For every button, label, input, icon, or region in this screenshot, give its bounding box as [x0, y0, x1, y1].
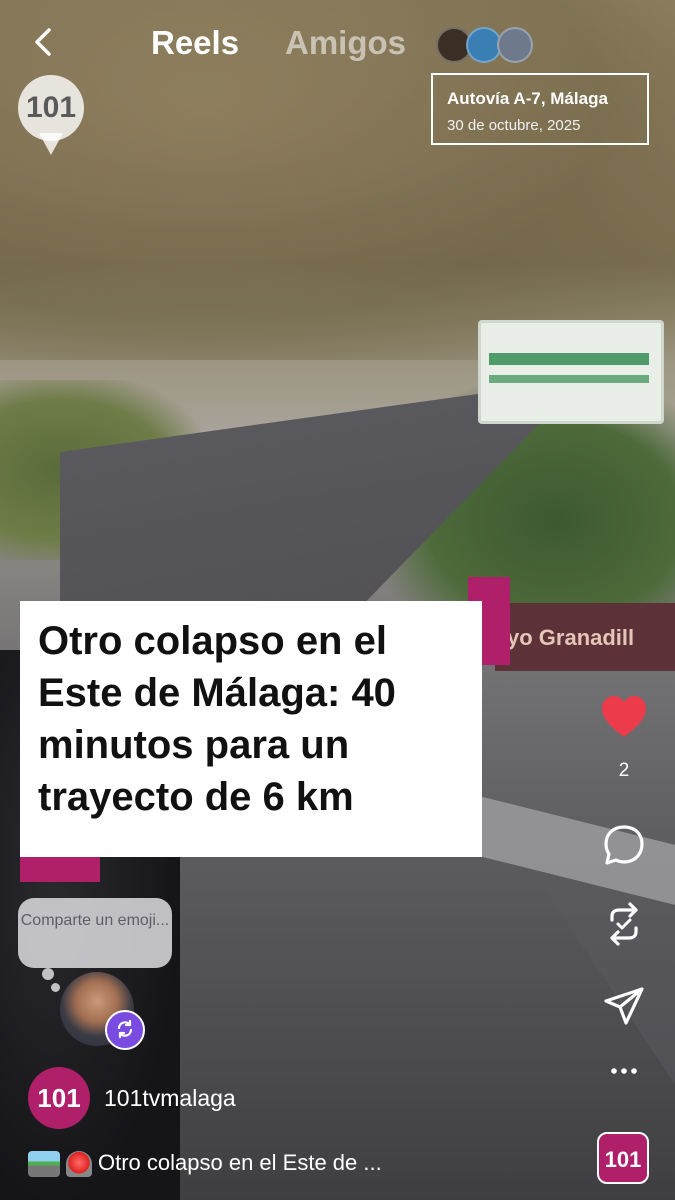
- audio-track-thumbnail[interactable]: 101: [597, 1132, 649, 1184]
- bubble-tail-small: [51, 983, 60, 992]
- repost-icon: [610, 902, 638, 946]
- back-button[interactable]: [26, 24, 62, 60]
- more-button[interactable]: [596, 1061, 652, 1086]
- account-avatar[interactable]: 101: [28, 1067, 90, 1129]
- friends-avatars[interactable]: [436, 27, 533, 63]
- chevron-left-icon: [35, 28, 51, 56]
- siren-emoji-icon: [66, 1151, 92, 1178]
- channel-logo: 101: [18, 75, 84, 155]
- caption[interactable]: Otro colapso en el Este de ...: [28, 1150, 382, 1178]
- account-username[interactable]: 101tvmalaga: [104, 1085, 236, 1112]
- location-title: Autovía A-7, Málaga: [447, 89, 608, 108]
- emoji-prompt-bubble[interactable]: Comparte un emoji...: [18, 898, 172, 968]
- share-button[interactable]: [596, 985, 652, 1034]
- like-count: 2: [618, 760, 630, 781]
- road-foreground: [120, 840, 675, 1200]
- tab-reels[interactable]: Reels: [151, 24, 239, 62]
- heart-filled-icon: [602, 696, 646, 737]
- headline-box: Otro colapso en el Este de Málaga: 40 mi…: [20, 601, 482, 857]
- location-tag: Autovía A-7, Málaga 30 de octubre, 2025: [431, 73, 649, 145]
- tab-amigos[interactable]: Amigos: [285, 24, 406, 62]
- like-button[interactable]: [596, 695, 652, 744]
- road-sign-text: yo Granadill: [507, 625, 635, 650]
- comment-icon: [604, 825, 644, 865]
- highway-emoji-icon: [28, 1151, 60, 1178]
- send-icon: [604, 987, 644, 1025]
- location-date: 30 de octubre, 2025: [447, 117, 581, 134]
- comment-button[interactable]: [596, 823, 652, 872]
- friend-avatar: [496, 27, 533, 63]
- refresh-icon: [117, 1019, 133, 1039]
- caption-text: Otro colapso en el Este de ...: [98, 1150, 382, 1175]
- more-icon: [611, 1068, 637, 1074]
- road-sign-granadilla: yo Granadill: [495, 603, 675, 671]
- highway-sign: [478, 320, 664, 424]
- remix-button[interactable]: [596, 900, 652, 953]
- bubble-tail: [42, 968, 54, 980]
- headline-text: Otro colapso en el Este de Málaga: 40 mi…: [38, 619, 396, 819]
- remix-badge: [105, 1010, 145, 1050]
